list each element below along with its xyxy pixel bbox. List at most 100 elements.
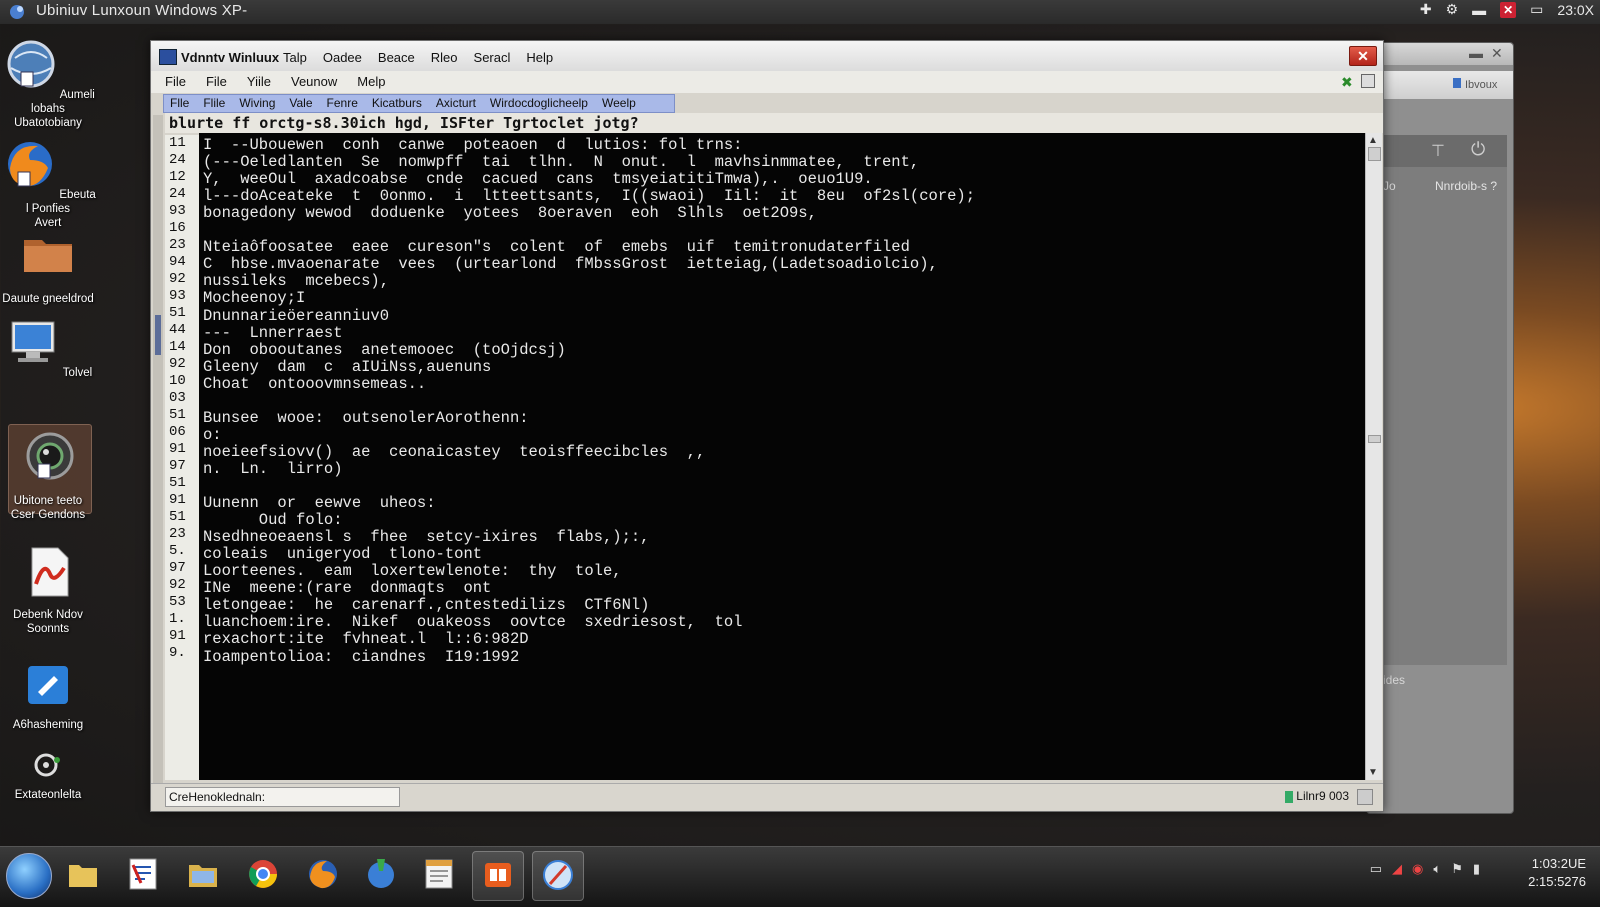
top-panel-clock[interactable]: 23:0X: [1557, 2, 1594, 18]
line-number: 91: [169, 441, 186, 457]
scroll-up-icon[interactable]: ▲: [1368, 135, 1378, 146]
desktop-icon-label: Extateonlelta: [14, 789, 82, 801]
left-scroll-strip[interactable]: [153, 115, 163, 805]
menu-yiile[interactable]: Yiile: [247, 74, 271, 89]
clock-date: 2:15:5276: [1528, 874, 1586, 889]
menu2-wirdocdoglicheelp[interactable]: Wirdocdoglicheelp: [490, 96, 588, 110]
distro-logo-icon[interactable]: [8, 3, 28, 21]
volume-icon[interactable]: 🔈︎: [1433, 861, 1441, 877]
top-panel: Ubiniuv Lunxoun Windows XP- ✚ ⚙ ▬ ✕ ▭ 23…: [0, 0, 1600, 24]
desktop-icon-extateonlelta[interactable]: Extateonlelta: [0, 750, 96, 802]
line-number: 92: [169, 577, 186, 593]
command-line[interactable]: blurte ff orctg-s8.30ich hgd, ISFter Tgr…: [165, 113, 1383, 133]
menu-help[interactable]: Help: [526, 50, 553, 65]
desktop-icon-dauute[interactable]: Dauute gneeldrod: [0, 228, 96, 306]
line-number: 24: [169, 152, 186, 168]
network-icon[interactable]: ◢: [1392, 861, 1402, 877]
taskbar-app-paint[interactable]: [356, 851, 406, 899]
terminal-line: (---Oeledlanten Se nomwpff tai tlhn. N o…: [203, 153, 920, 172]
background-side-label: ides: [1383, 673, 1406, 687]
menu-file[interactable]: File: [165, 74, 186, 89]
line-number-gutter: 11 24 12 24 93 16 23 94 92 93 51 44 14 92 10 03 51 06 91 97…: [165, 135, 200, 780]
start-button[interactable]: [6, 853, 52, 899]
line-number: 03: [169, 390, 186, 406]
terminal-line: C hbse.mvaoenarate vees (urtearlond fMbs…: [203, 255, 938, 274]
close-icon[interactable]: ✕: [1491, 45, 1503, 62]
status-field[interactable]: CreHenoklednaln:: [165, 787, 400, 807]
menu-veunow[interactable]: Veunow: [291, 74, 337, 89]
taskbar-clock[interactable]: 1:03:2UE 2:15:5276: [1528, 855, 1586, 891]
terminal-line: letongeae: he carenarf.,cntestedilizs CT…: [203, 596, 650, 615]
line-number: 23: [169, 526, 186, 542]
left-strip-thumb[interactable]: [155, 315, 161, 355]
menu-talp[interactable]: Talp: [283, 50, 307, 65]
keyboard-icon[interactable]: ▭: [1370, 861, 1382, 877]
update-icon[interactable]: ◉: [1412, 861, 1423, 877]
window-titlebar[interactable]: Vdnntv Winluux Talp Oadee Beace Rleo Ser…: [151, 41, 1383, 72]
terminal-output[interactable]: I --Ubouewen conh canwe poteaoen d lutio…: [199, 133, 1365, 780]
minimize-icon[interactable]: ▬: [1469, 45, 1483, 61]
background-window-titlebar[interactable]: ▬ ✕: [1367, 43, 1513, 65]
desktop-icon-ebeuta[interactable]: Ebeuta l Ponfies Avert: [0, 138, 96, 230]
menu2-flle[interactable]: Flle: [170, 96, 189, 110]
restore-icon[interactable]: [1361, 74, 1375, 88]
menu-beace[interactable]: Beace: [378, 50, 415, 65]
taskbar-app-browser[interactable]: [532, 851, 584, 901]
terminal-line: Dnunnarieöereanniuv0: [203, 306, 390, 325]
display-icon[interactable]: ▭: [1530, 1, 1543, 18]
flag-icon[interactable]: ⚑: [1451, 861, 1463, 877]
menu-seracl[interactable]: Seracl: [474, 50, 511, 65]
vertical-scrollbar[interactable]: ▲ ▼: [1365, 133, 1382, 780]
resize-grip-icon[interactable]: [1357, 789, 1373, 805]
pin-icon[interactable]: ⊤: [1431, 141, 1445, 161]
tools-icon[interactable]: ✖: [1341, 74, 1355, 90]
menu-rleo[interactable]: Rleo: [431, 50, 458, 65]
desktop-icon-aumeli[interactable]: Aumeli lobahs Ubatotobiany: [0, 38, 96, 130]
terminal-line: Ioampentolioa: ciandnes I19:1992: [203, 647, 520, 666]
desktop-icon-label: Debenk Ndov Soonnts: [13, 609, 83, 635]
menu2-flile[interactable]: Flile: [203, 96, 225, 110]
background-window[interactable]: ▬ ✕ Ibvoux ⊤ ⏻ Jo Nnrdoib-s ? ides: [1366, 42, 1514, 814]
menu2-vale[interactable]: Vale: [289, 96, 312, 110]
close-icon[interactable]: ✕: [1500, 1, 1517, 18]
taskbar-app-presentation[interactable]: [472, 851, 524, 901]
menu2-weelp[interactable]: Weelp: [602, 96, 636, 110]
scroll-down-icon[interactable]: ▼: [1368, 767, 1378, 778]
folder-icon[interactable]: ▬: [1472, 2, 1486, 18]
scrollbar-thumb[interactable]: [1368, 147, 1381, 161]
line-number: 06: [169, 424, 186, 440]
desktop-icon-ubitone[interactable]: Ubitone teeto Cser Gendons: [0, 424, 96, 522]
terminal-line: coleais unigeryod tlono-tont: [203, 545, 483, 564]
background-pane-text[interactable]: Nnrdoib-s ?: [1435, 179, 1497, 193]
taskbar-app-notes[interactable]: [414, 851, 464, 899]
terminal-window[interactable]: Vdnntv Winluux Talp Oadee Beace Rleo Ser…: [150, 40, 1384, 812]
add-icon[interactable]: ✚: [1420, 1, 1432, 18]
power-icon[interactable]: ⏻: [1471, 139, 1485, 160]
desktop-icon-a6hasheming[interactable]: A6hasheming: [0, 662, 96, 732]
menu-file-2[interactable]: File: [206, 74, 227, 89]
terminal-line: Uunenn or eewve uheos:: [203, 494, 436, 513]
menu2-fenre[interactable]: Fenre: [327, 96, 358, 110]
desktop-icon-label: Ebeuta l Ponfies Avert: [25, 189, 96, 229]
desktop-icon-tolvel[interactable]: Tolvel: [0, 316, 96, 380]
background-window-button[interactable]: Ibvoux: [1453, 78, 1497, 91]
taskbar-app-chrome[interactable]: [238, 851, 288, 899]
taskbar-app-file-manager[interactable]: [178, 851, 228, 899]
desktop-icon-debenk[interactable]: Debenk Ndov Soonnts: [0, 544, 96, 636]
terminal-line: Don obooutanes anetemooec (toOjdcsj): [203, 340, 566, 359]
gear-icon[interactable]: ⚙: [1446, 1, 1459, 18]
close-button[interactable]: ✕: [1349, 46, 1377, 66]
menu2-wiving[interactable]: Wiving: [239, 96, 275, 110]
taskbar-app-text-editor[interactable]: [118, 851, 168, 899]
battery-icon[interactable]: ▮: [1473, 861, 1480, 877]
line-number: 10: [169, 373, 186, 389]
menu2-axicturt[interactable]: Axicturt: [436, 96, 476, 110]
menu-melp[interactable]: Melp: [357, 74, 385, 89]
taskbar-app-firefox[interactable]: [298, 851, 348, 899]
webcam-icon: [26, 432, 74, 480]
menu-oadee[interactable]: Oadee: [323, 50, 362, 65]
taskbar-app-folder[interactable]: [58, 851, 108, 899]
presentation-icon: [485, 863, 511, 887]
menu2-kicatburs[interactable]: Kicatburs: [372, 96, 422, 110]
globe-document-icon: [7, 40, 55, 88]
